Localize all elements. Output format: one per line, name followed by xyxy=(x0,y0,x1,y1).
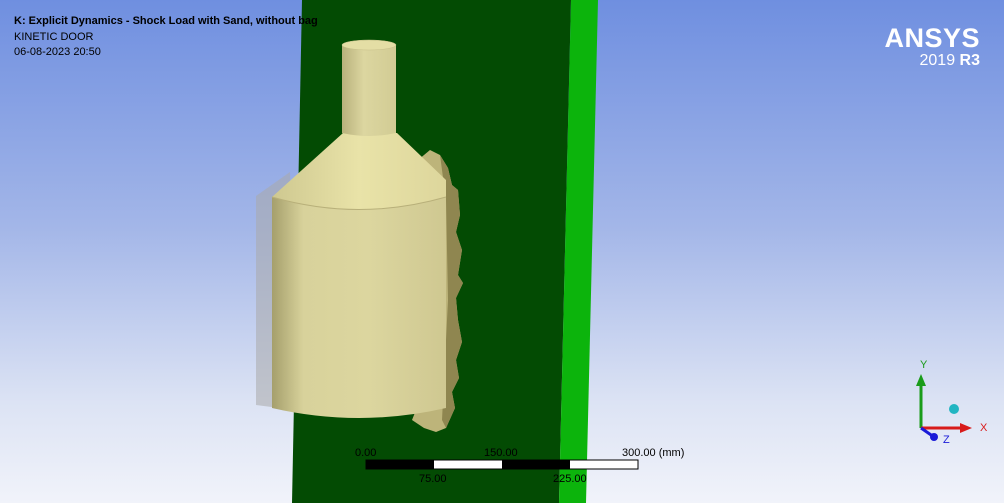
logo-version: 2019 R3 xyxy=(884,52,981,70)
logo-version-year: 2019 xyxy=(919,52,956,69)
triad-y-label: Y xyxy=(920,359,928,371)
scale-bar xyxy=(365,459,639,470)
scale-label-75: 75.00 xyxy=(419,473,447,485)
result-subtitle: KINETIC DOOR xyxy=(14,31,94,43)
graphics-viewport[interactable]: Y X Z K: Explicit Dynamics - Shock Load … xyxy=(0,0,1004,503)
coordinate-triad[interactable] xyxy=(916,374,972,441)
logo-name: ANSYS xyxy=(884,23,980,53)
neck-top-cap[interactable] xyxy=(341,39,397,51)
scale-label-225: 225.00 xyxy=(553,473,587,485)
triad-x-label: X xyxy=(980,422,988,434)
model-geometry[interactable]: Y X Z xyxy=(0,0,1004,503)
analysis-title: K: Explicit Dynamics - Shock Load with S… xyxy=(14,15,318,27)
scale-label-300: 300.00 (mm) xyxy=(622,447,685,459)
logo-version-release: R3 xyxy=(959,52,980,69)
datestamp: 06-08-2023 20:50 xyxy=(14,46,101,58)
triad-z-label: Z xyxy=(943,434,950,446)
neck-cylinder[interactable] xyxy=(342,45,396,136)
ansys-logo: ANSYS 2019 R3 xyxy=(884,24,980,70)
scale-label-150: 150.00 xyxy=(484,447,518,459)
scale-label-0: 0.00 xyxy=(355,447,377,459)
cylinder-body[interactable] xyxy=(272,197,446,418)
